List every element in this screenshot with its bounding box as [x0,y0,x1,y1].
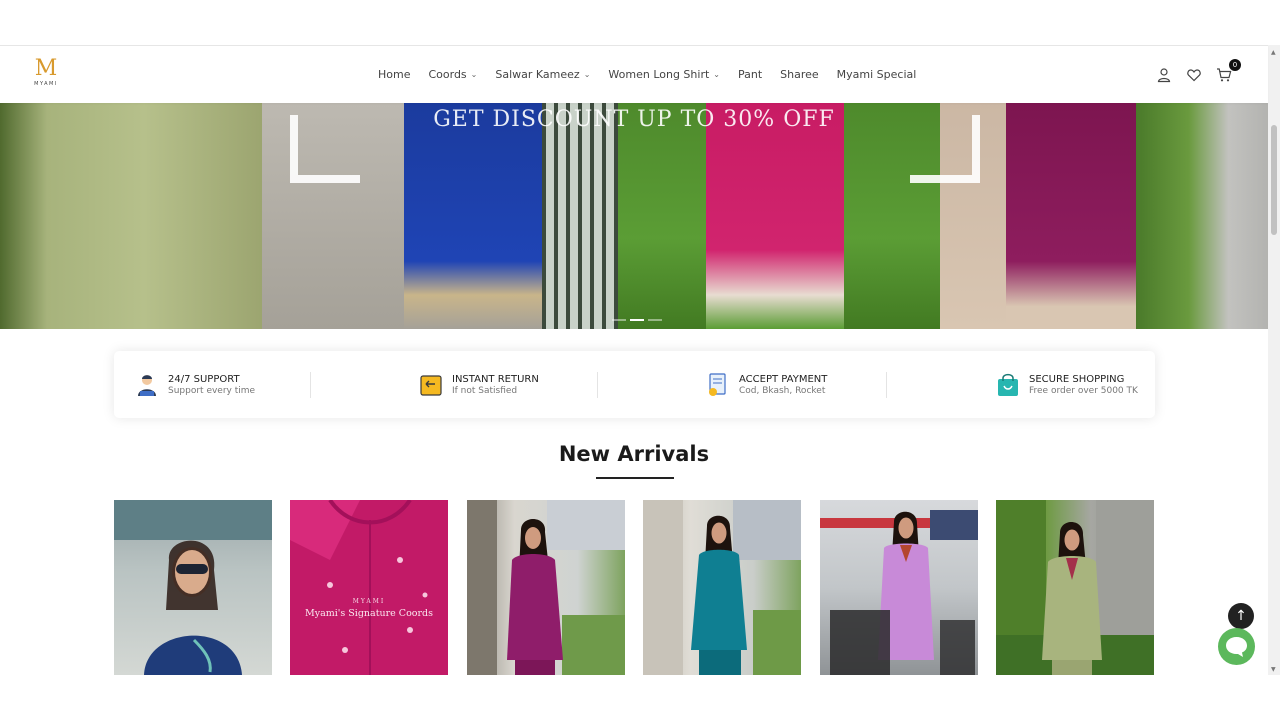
nav-icons: 0 [1156,46,1241,103]
hero-title: GET DISCOUNT UP TO 30% OFF [433,107,835,132]
main-menu: Home Coords ⌄ Salwar Kameez ⌄ Women Long S… [378,46,934,103]
brand-logo[interactable]: M MYAMI [30,58,62,88]
nav-item-home[interactable]: Home [378,68,410,81]
nav-label: Women Long Shirt [608,68,710,81]
nav-label: Home [378,68,411,81]
hero-panel-fence [542,103,618,329]
page-scrollbar[interactable]: ▲ ▼ [1268,45,1280,675]
feature-subtitle: Support every time [168,385,256,396]
chevron-down-icon: ⌄ [470,70,478,79]
return-box-icon [418,372,444,398]
arrow-up-icon: ↑ [1235,608,1247,624]
nav-label: Sharee [780,68,819,81]
feature-support: 24/7 SUPPORT Support every time [134,372,255,398]
chevron-down-icon: ⌄ [583,70,591,79]
divider [310,372,311,398]
heart-icon[interactable] [1186,67,1202,83]
logo-letter: M [34,56,58,81]
user-icon[interactable] [1156,67,1172,83]
nav-label: Coords [428,68,467,81]
product-card[interactable]: MYAMI Myami's Signature Coords [290,500,448,675]
feature-title: INSTANT RETURN [452,373,539,385]
product-image [114,500,272,675]
product-image [643,500,801,675]
product-image [820,510,978,675]
section-title-new-arrivals: New Arrivals [558,442,710,466]
product-image [467,500,625,675]
features-strip: 24/7 SUPPORT Support every time INSTANT … [114,351,1155,418]
hero-panel-green-outfit [0,103,262,329]
back-to-top-button[interactable]: ↑ [1228,603,1254,629]
slider-dot-active[interactable] [630,319,644,321]
slider-dot[interactable] [648,319,662,321]
divider [886,372,887,398]
product-card[interactable] [114,500,272,675]
product-card[interactable] [996,500,1154,675]
feature-title: ACCEPT PAYMENT [739,373,828,385]
nav-item-pant[interactable]: Pant [738,68,762,81]
logo-word: MYAMI [34,81,58,87]
feature-return: INSTANT RETURN If not Satisfied [418,372,539,398]
slider-dot[interactable] [612,319,626,321]
nav-label: Myami Special [836,68,917,81]
slider-dots [612,319,662,321]
overlay-brand-text: MYAMI [352,598,386,605]
nav-item-salwar-kameez[interactable]: Salwar Kameez ⌄ [495,68,590,81]
scroll-down-arrow-icon[interactable]: ▼ [1271,666,1276,673]
divider [597,372,598,398]
nav-item-sharee[interactable]: Sharee [780,68,819,81]
feature-secure-shopping: SECURE SHOPPING Free order over 5000 TK [995,372,1138,398]
chevron-down-icon: ⌄ [713,70,720,79]
payment-receipt-icon [705,372,731,398]
nav-item-women-long-shirt[interactable]: Women Long Shirt ⌄ [608,68,720,81]
main-navbar: M MYAMI Home Coords ⌄ Salwar Kameez ⌄ Wome… [0,46,1268,103]
feature-subtitle: Cod, Bkash, Rocket [739,385,826,396]
hero-panel-maroon-outfit [1006,103,1136,329]
title-underline [596,477,674,479]
shopping-bag-icon [995,372,1021,398]
nav-label: Salwar Kameez [495,68,580,81]
product-card[interactable] [820,500,978,675]
scroll-up-arrow-icon[interactable]: ▲ [1271,49,1276,56]
hero-panel-blue-outfit [404,103,542,329]
top-bar [0,0,1268,46]
feature-title: SECURE SHOPPING [1029,373,1125,385]
overlay-caption: Myami's Signature Coords [304,608,434,619]
product-card[interactable] [643,500,801,675]
product-image [290,500,448,675]
hero-banner[interactable]: GET DISCOUNT UP TO 30% OFF [0,103,1268,329]
feature-payment: ACCEPT PAYMENT Cod, Bkash, Rocket [705,372,827,398]
scrollbar-thumb[interactable] [1271,125,1277,235]
hero-panel-hedge [1136,103,1268,329]
hero-panel-pink-outfit [706,103,844,329]
page-bottom-area [0,675,1268,720]
chat-button[interactable] [1218,628,1255,665]
product-card[interactable] [467,500,625,675]
nav-item-coords[interactable]: Coords ⌄ [428,68,477,81]
nav-item-myami-special[interactable]: Myami Special [837,68,917,81]
cart-count-badge: 0 [1229,58,1241,71]
support-agent-icon [134,372,160,398]
feature-subtitle: If not Satisfied [452,385,518,396]
feature-subtitle: Free order over 5000 TK [1029,385,1138,396]
feature-title: 24/7 SUPPORT [168,373,240,385]
cart-icon[interactable]: 0 [1216,58,1241,83]
chat-bubble-icon [1226,637,1247,657]
nav-label: Pant [737,68,763,81]
product-image [996,500,1154,675]
